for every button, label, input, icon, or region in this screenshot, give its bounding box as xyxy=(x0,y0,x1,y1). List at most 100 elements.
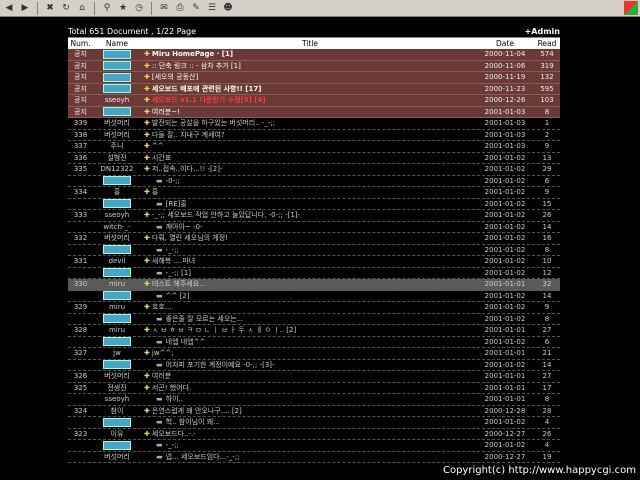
author-name[interactable] xyxy=(93,417,141,427)
read-count: 8 xyxy=(544,245,550,254)
post-bullet-icon: ✚ xyxy=(144,326,150,335)
discuss-icon[interactable]: ☰ xyxy=(205,2,219,15)
author-name[interactable]: jw xyxy=(93,349,141,357)
post-title-link[interactable]: 넵... 세오보드임다...-_-;; xyxy=(166,453,240,461)
author-name[interactable] xyxy=(93,268,141,278)
post-title-link[interactable]: 발전되는 공살을 하구있는 버섯머리.. -_-;; xyxy=(152,119,275,127)
author-name[interactable]: miru xyxy=(93,280,141,288)
post-title-link[interactable]: 네엡 네엡^^ xyxy=(166,338,206,346)
stop-icon[interactable]: ✖ xyxy=(43,2,57,15)
favorites-icon[interactable]: ★ xyxy=(116,2,130,15)
post-title-link[interactable]: 서곤! 했어다. xyxy=(152,384,191,392)
author-name[interactable]: miru xyxy=(93,326,141,334)
post-title-link[interactable]: 홍 xyxy=(152,188,158,196)
author-name[interactable] xyxy=(93,440,141,450)
messenger-icon[interactable]: ☻ xyxy=(221,2,235,15)
author-name[interactable] xyxy=(93,337,141,347)
home-icon[interactable]: ⌂ xyxy=(75,2,89,15)
author-name[interactable]: sseoyh xyxy=(93,211,141,219)
author-name[interactable] xyxy=(93,245,141,255)
post-title-link[interactable]: 좋은줄 잘 모르는 세오는... xyxy=(166,315,244,323)
print-icon[interactable]: ⎙ xyxy=(173,2,187,15)
post-title-link[interactable]: 헉.. 참이님이 왜... xyxy=(166,418,220,426)
author-name[interactable]: 버섯머리 xyxy=(93,452,141,462)
post-title-link[interactable]: 어차피 포기한 계정이예요 -0-;; -[3]- xyxy=(166,361,275,369)
post-title-link[interactable]: -0-;; xyxy=(166,177,180,185)
post-title-link[interactable]: 깨아아~ -0- xyxy=(166,223,203,231)
history-icon[interactable]: ◷ xyxy=(132,2,146,15)
author-name[interactable] xyxy=(93,199,141,209)
post-title-link[interactable]: 은연스럽게 왜 안오나구.... [2] xyxy=(152,407,242,415)
post-title-link[interactable]: -_-;; xyxy=(166,441,179,449)
post-title-link[interactable]: [세오의 공동산] xyxy=(152,73,198,81)
author-name[interactable]: 참이 xyxy=(93,406,141,416)
author-name[interactable]: sseoyh xyxy=(93,96,141,104)
post-title-link[interactable]: -_-;; [1] xyxy=(166,269,191,277)
author-name[interactable]: 버섯머리 xyxy=(93,118,141,128)
author-name[interactable]: 주니 xyxy=(93,141,141,151)
post-title-link[interactable]: 저..접속..이다...!! -[2]- xyxy=(152,165,223,173)
author-name[interactable]: 전생진 xyxy=(93,383,141,393)
read-count: 21 xyxy=(542,349,552,358)
author-name[interactable]: sseoyh xyxy=(93,395,141,403)
author-name[interactable]: 이유 xyxy=(93,429,141,439)
post-date: 2001-01-03 xyxy=(484,107,526,116)
author-name[interactable]: 설형진 xyxy=(93,153,141,163)
author-name[interactable] xyxy=(93,314,141,324)
table-row: witch-_- ▬ 깨아아~ -0- 2001-01-02 14 xyxy=(68,222,560,233)
author-badge-icon xyxy=(103,72,131,82)
edit-icon[interactable]: ✎ xyxy=(189,2,203,15)
author-name[interactable] xyxy=(93,72,141,82)
post-date: 2001-01-02 xyxy=(484,188,526,197)
toolbar-separator xyxy=(151,1,152,15)
read-count: 29 xyxy=(542,165,552,174)
back-icon[interactable]: ◀ xyxy=(2,2,16,15)
post-title-link[interactable]: jw^^; xyxy=(152,349,174,357)
author-name[interactable] xyxy=(93,360,141,370)
author-name[interactable] xyxy=(93,291,141,301)
author-name[interactable]: miru xyxy=(93,303,141,311)
refresh-icon[interactable]: ↻ xyxy=(59,2,73,15)
author-name[interactable] xyxy=(93,107,141,117)
author-name[interactable]: 버섯머리 xyxy=(93,371,141,381)
post-title-link[interactable]: ㅅ ㅂ ㅎ ㅂ ㅋ ㅁ ㄴ ㅣ ㅂ ㅏ 두 ㅅ ㅔ ㅇ ㅣ.. [2] xyxy=(152,326,296,334)
post-date: 2001-01-02 xyxy=(484,303,526,312)
post-title-link[interactable]: 여러분~! xyxy=(152,108,180,116)
mail-icon[interactable]: ✉ xyxy=(157,2,171,15)
admin-link[interactable]: +Admin xyxy=(525,27,560,36)
author-name[interactable] xyxy=(93,61,141,71)
post-title-link[interactable]: 테스트 해주세요... xyxy=(152,280,206,288)
post-title-link[interactable]: 여러분 xyxy=(152,372,171,380)
post-title-link[interactable]: 세오보드 v1.1 다운받기 수정[5] [4] xyxy=(152,96,266,104)
post-date: 2001-01-03 xyxy=(484,119,526,128)
author-name[interactable]: witch-_- xyxy=(93,223,141,231)
author-name[interactable]: 버섯머리 xyxy=(93,233,141,243)
post-bullet-icon: ✚ xyxy=(144,61,150,70)
author-name[interactable] xyxy=(93,176,141,186)
post-title-link[interactable]: ^^ [2] xyxy=(166,292,190,300)
post-title-link[interactable]: 새해복 ....마녀 xyxy=(152,257,195,265)
post-title-link[interactable]: 다뤄, 열린 세오님의 게정! xyxy=(152,234,228,242)
forward-icon[interactable]: ▶ xyxy=(18,2,32,15)
author-name[interactable]: DN12322 xyxy=(93,165,141,173)
post-title-link[interactable]: -_-;; 세오보드 작업 안하고 놀았답니다. -0-;; -[1]- xyxy=(152,211,300,219)
post-title-link[interactable]: ^^ xyxy=(152,142,164,150)
search-icon[interactable]: ⚲ xyxy=(100,2,114,15)
post-bullet-icon: ✚ xyxy=(144,188,150,197)
post-title-link[interactable]: 세오보드 배포에 관련된 사항!! [17] xyxy=(152,85,262,93)
post-title-link[interactable]: Miru HomePage · [1] xyxy=(152,50,233,58)
post-title-link[interactable]: -_-;; xyxy=(166,246,179,254)
post-title-link[interactable]: 시간표 xyxy=(152,154,171,162)
post-title-link[interactable]: 호호... xyxy=(152,303,172,311)
post-title-link[interactable]: 하이.. xyxy=(166,395,183,403)
author-name[interactable]: devil xyxy=(93,257,141,265)
post-title-link[interactable]: 다들 잘.. 지내구 계세여? xyxy=(152,131,225,139)
post-title-link[interactable]: [RE]홍 xyxy=(166,200,187,208)
post-title-link[interactable]: 세오보드다..-.- xyxy=(152,430,196,438)
author-name[interactable] xyxy=(93,49,141,59)
post-title-link[interactable]: :: 단축 링크 :: - 삼차 추가 [1] xyxy=(152,62,241,70)
author-name[interactable]: 버섯머리 xyxy=(93,130,141,140)
author-name[interactable] xyxy=(93,84,141,94)
table-row: 338 버섯머리 ✚ 다들 잘.. 지내구 계세여? 2001-01-03 2 xyxy=(68,130,560,141)
author-name[interactable]: 홍 xyxy=(93,187,141,197)
